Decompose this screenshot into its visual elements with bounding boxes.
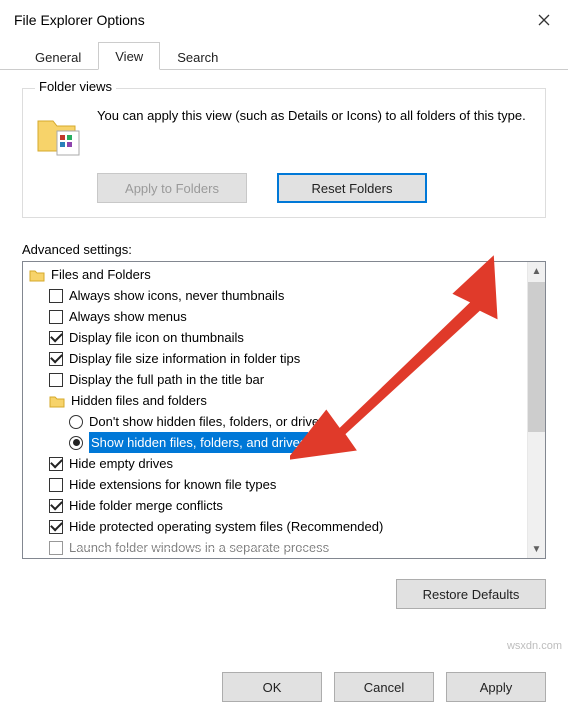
checkbox-hide-merge[interactable]: Hide folder merge conflicts bbox=[27, 495, 527, 516]
checkbox-always-icons[interactable]: Always show icons, never thumbnails bbox=[27, 285, 527, 306]
titlebar: File Explorer Options bbox=[0, 0, 568, 40]
folder-icon bbox=[35, 111, 83, 159]
checkbox-display-file-icon[interactable]: Display file icon on thumbnails bbox=[27, 327, 527, 348]
checkbox-always-menus[interactable]: Always show menus bbox=[27, 306, 527, 327]
checkbox-display-file-size[interactable]: Display file size information in folder … bbox=[27, 348, 527, 369]
tree-group-hidden: Hidden files and folders bbox=[27, 390, 527, 411]
watermark: wsxdn.com bbox=[507, 640, 562, 652]
folder-views-group: Folder views You can apply this view (su… bbox=[22, 88, 546, 218]
checkbox-hide-empty-drives[interactable]: Hide empty drives bbox=[27, 453, 527, 474]
tabs: General View Search bbox=[0, 40, 568, 70]
tab-general[interactable]: General bbox=[18, 43, 98, 70]
scroll-up-icon[interactable]: ▲ bbox=[528, 262, 545, 280]
tab-content: Folder views You can apply this view (su… bbox=[0, 70, 568, 609]
advanced-settings-label: Advanced settings: bbox=[22, 242, 546, 257]
cancel-button[interactable]: Cancel bbox=[334, 672, 434, 702]
reset-folders-button[interactable]: Reset Folders bbox=[277, 173, 427, 203]
scroll-down-icon[interactable]: ▼ bbox=[528, 540, 545, 558]
tree-group-files-folders: Files and Folders bbox=[27, 264, 527, 285]
folder-views-text: You can apply this view (such as Details… bbox=[97, 107, 526, 125]
apply-button[interactable]: Apply bbox=[446, 672, 546, 702]
folder-icon bbox=[29, 268, 45, 282]
checkbox-launch-separate[interactable]: Launch folder windows in a separate proc… bbox=[27, 537, 527, 558]
folder-views-legend: Folder views bbox=[35, 79, 116, 94]
folder-icon bbox=[49, 394, 65, 408]
checkbox-display-full-path[interactable]: Display the full path in the title bar bbox=[27, 369, 527, 390]
ok-button[interactable]: OK bbox=[222, 672, 322, 702]
tab-view[interactable]: View bbox=[98, 42, 160, 70]
tab-search[interactable]: Search bbox=[160, 43, 235, 70]
window-title: File Explorer Options bbox=[14, 12, 145, 28]
restore-defaults-button[interactable]: Restore Defaults bbox=[396, 579, 546, 609]
radio-show-hidden[interactable]: Show hidden files, folders, and drives bbox=[27, 432, 527, 453]
checkbox-hide-extensions[interactable]: Hide extensions for known file types bbox=[27, 474, 527, 495]
radio-dont-show-hidden[interactable]: Don't show hidden files, folders, or dri… bbox=[27, 411, 527, 432]
scroll-thumb[interactable] bbox=[528, 282, 545, 432]
advanced-settings-tree[interactable]: Files and Folders Always show icons, nev… bbox=[22, 261, 546, 559]
apply-to-folders-button: Apply to Folders bbox=[97, 173, 247, 203]
close-icon[interactable] bbox=[534, 10, 554, 30]
dialog-buttons: OK Cancel Apply bbox=[222, 672, 546, 702]
checkbox-hide-protected[interactable]: Hide protected operating system files (R… bbox=[27, 516, 527, 537]
scrollbar[interactable]: ▲ ▼ bbox=[527, 262, 545, 558]
